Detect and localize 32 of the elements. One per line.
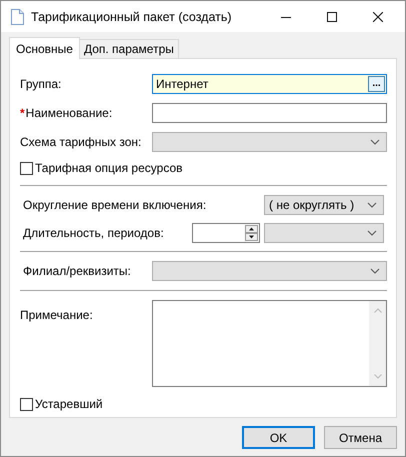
field-label: Длительность, периодов: [23,226,165,240]
tab[interactable]: Доп. параметры [78,39,179,58]
window-title: Тарификационный пакет (создать) [31,10,233,24]
rounding-dropdown[interactable]: ( не округлять ) [264,195,384,215]
chevron-down-icon [367,202,377,208]
checkbox[interactable] [20,162,33,174]
group-field[interactable]: Интернет ... [152,74,387,94]
close-icon[interactable] [373,12,383,22]
chevron-down-icon [370,268,380,274]
checkbox-label: Устаревший [35,397,103,411]
chevron-down-icon [367,230,377,236]
field-label: Примечание: [20,307,94,322]
duration-spinbox[interactable] [192,223,260,243]
field-label: Округление времени включения: [23,198,208,212]
browse-button[interactable]: ... [368,76,385,92]
tab[interactable]: Основные [9,37,80,59]
field-label: Схема тарифных зон: [20,135,142,149]
field-label: Филиал/реквизиты: [22,264,132,278]
name-field[interactable] [152,103,387,123]
cancel-button[interactable]: Отмена [324,426,397,449]
field-label: Наименование: [26,106,112,120]
note-textarea[interactable] [152,300,387,387]
field-value: Интернет [156,77,210,91]
checkbox[interactable] [20,398,33,410]
ok-button[interactable]: OK [242,426,315,449]
spin-arrows-icon[interactable] [245,225,258,241]
field-label: Группа: [20,77,62,91]
chevron-down-icon [370,139,380,145]
maximize-icon[interactable] [327,12,337,22]
document-icon [11,8,24,24]
required-marker: * [20,106,25,120]
checkbox-label: Тарифная опция ресурсов [35,161,182,175]
